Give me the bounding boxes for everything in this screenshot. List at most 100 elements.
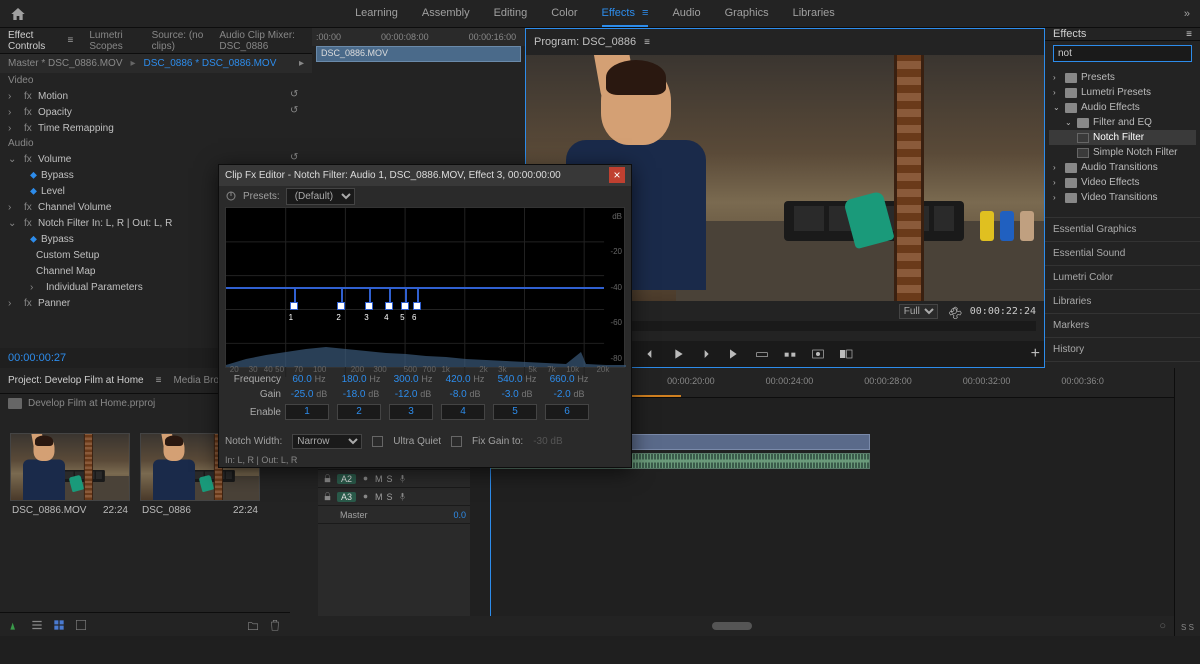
tree-audio-trans[interactable]: ›Audio Transitions <box>1049 160 1196 175</box>
gain-value[interactable]: -18.0 <box>343 389 366 400</box>
panel-menu-icon[interactable]: ≡ <box>68 35 74 46</box>
timeline-scrollbar[interactable]: ○ ○ <box>290 616 1174 636</box>
workspace-more-icon[interactable]: » <box>1184 8 1190 20</box>
comparison-icon[interactable] <box>838 346 854 362</box>
tab-audio-mixer[interactable]: Audio Clip Mixer: DSC_0886 <box>219 30 304 52</box>
scroll-thumb[interactable] <box>712 622 752 630</box>
export-frame-icon[interactable] <box>810 346 826 362</box>
workspace-tab-color[interactable]: Color <box>551 1 577 27</box>
workspace-tab-learning[interactable]: Learning <box>355 1 398 27</box>
tab-source[interactable]: Source: (no clips) <box>152 30 204 52</box>
band-handle-6[interactable]: 6 <box>413 302 421 310</box>
bin-item[interactable]: DSC_0886.MOV22:24 <box>10 433 130 520</box>
gain-value[interactable]: -3.0 <box>501 389 518 400</box>
panel-history[interactable]: History <box>1045 337 1200 361</box>
band-handle-3[interactable]: 3 <box>365 302 373 310</box>
reset-icon[interactable]: ↺ <box>290 89 304 103</box>
workspace-tab-editing[interactable]: Editing <box>494 1 528 27</box>
program-timecode[interactable]: 00:00:22:24 <box>970 306 1036 317</box>
go-to-out-icon[interactable] <box>726 346 742 362</box>
track-a3[interactable]: A3MS <box>318 488 470 506</box>
new-bin-icon[interactable] <box>246 618 260 632</box>
workspace-tab-graphics[interactable]: Graphics <box>725 1 769 27</box>
icon-view-icon[interactable] <box>52 618 66 632</box>
toggle-output-icon[interactable] <box>360 473 371 484</box>
band-handle-1[interactable]: 1 <box>290 302 298 310</box>
step-forward-icon[interactable] <box>698 346 714 362</box>
play-icon[interactable] <box>670 346 686 362</box>
zoom-dropdown[interactable]: Full <box>899 304 938 319</box>
ec-sequence-link[interactable]: DSC_0886 * DSC_0886.MOV <box>144 58 277 69</box>
band-handle-4[interactable]: 4 <box>385 302 393 310</box>
tree-video-trans[interactable]: ›Video Transitions <box>1049 190 1196 205</box>
panel-libraries[interactable]: Libraries <box>1045 289 1200 313</box>
enable-band-3[interactable]: 3 <box>389 404 433 420</box>
home-icon[interactable] <box>10 6 26 22</box>
lock-icon[interactable] <box>322 491 333 502</box>
gain-value[interactable]: -2.0 <box>553 389 570 400</box>
tab-effect-controls[interactable]: Effect Controls <box>8 30 52 52</box>
motion-effect[interactable]: Motion <box>38 91 282 102</box>
track-master[interactable]: Master0.0 <box>318 506 470 524</box>
tree-audio-effects[interactable]: ⌄Audio Effects <box>1049 100 1196 115</box>
gain-value[interactable]: -8.0 <box>449 389 466 400</box>
workspace-tab-effects[interactable]: Effects ≡ <box>602 1 649 27</box>
track-a2[interactable]: A2MS <box>318 470 470 488</box>
freeform-icon[interactable] <box>74 618 88 632</box>
step-back-icon[interactable] <box>642 346 658 362</box>
tab-project[interactable]: Project: Develop Film at Home <box>8 375 144 386</box>
close-icon[interactable]: × <box>609 167 625 183</box>
tab-lumetri-scopes[interactable]: Lumetri Scopes <box>89 30 135 52</box>
panel-menu-icon[interactable]: ≡ <box>644 37 650 48</box>
fx-graph[interactable]: dB-20-40-60-80 123456 203040507010020030… <box>225 207 625 368</box>
enable-band-1[interactable]: 1 <box>285 404 329 420</box>
effects-search-input[interactable] <box>1053 45 1192 62</box>
enable-band-4[interactable]: 4 <box>441 404 485 420</box>
workspace-tab-audio[interactable]: Audio <box>672 1 700 27</box>
tree-presets[interactable]: ›Presets <box>1049 70 1196 85</box>
band-handle-5[interactable]: 5 <box>401 302 409 310</box>
mini-ruler[interactable]: :00:00 00:00:08:00 00:00:16:00 <box>312 28 525 46</box>
power-icon[interactable] <box>225 190 237 202</box>
time-remap-effect[interactable]: Time Remapping <box>38 123 304 134</box>
panel-markers[interactable]: Markers <box>1045 313 1200 337</box>
trash-icon[interactable] <box>268 618 282 632</box>
tree-filter-eq[interactable]: ⌄Filter and EQ <box>1049 115 1196 130</box>
list-view-icon[interactable] <box>30 618 44 632</box>
toggle-output-icon[interactable] <box>360 491 371 502</box>
band-handle-2[interactable]: 2 <box>337 302 345 310</box>
mic-icon[interactable] <box>397 491 408 502</box>
mic-icon[interactable] <box>397 473 408 484</box>
gain-value[interactable]: -25.0 <box>291 389 314 400</box>
settings-icon[interactable] <box>946 303 962 319</box>
volume-effect[interactable]: Volume <box>38 154 282 165</box>
fx-titlebar[interactable]: Clip Fx Editor - Notch Filter: Audio 1, … <box>219 165 631 186</box>
new-item-icon[interactable] <box>8 618 22 632</box>
lift-icon[interactable] <box>754 346 770 362</box>
enable-band-2[interactable]: 2 <box>337 404 381 420</box>
tree-simple-notch[interactable]: Simple Notch Filter <box>1049 145 1196 160</box>
tree-lumetri[interactable]: ›Lumetri Presets <box>1049 85 1196 100</box>
fix-gain-checkbox[interactable] <box>451 436 462 447</box>
enable-band-6[interactable]: 6 <box>545 404 589 420</box>
tree-video-effects[interactable]: ›Video Effects <box>1049 175 1196 190</box>
enable-band-5[interactable]: 5 <box>493 404 537 420</box>
panel-lumetri-color[interactable]: Lumetri Color <box>1045 265 1200 289</box>
lock-icon[interactable] <box>322 473 333 484</box>
panel-essential-graphics[interactable]: Essential Graphics <box>1045 217 1200 241</box>
gain-value[interactable]: -12.0 <box>395 389 418 400</box>
add-button-icon[interactable]: + <box>1031 345 1040 363</box>
extract-icon[interactable] <box>782 346 798 362</box>
opacity-effect[interactable]: Opacity <box>38 107 282 118</box>
workspace-tab-assembly[interactable]: Assembly <box>422 1 470 27</box>
tree-notch-filter[interactable]: Notch Filter <box>1049 130 1196 145</box>
panel-menu-icon[interactable]: ≡ <box>156 375 162 386</box>
panel-essential-sound[interactable]: Essential Sound <box>1045 241 1200 265</box>
mini-clip[interactable]: DSC_0886.MOV <box>316 46 521 62</box>
workspace-tab-libraries[interactable]: Libraries <box>793 1 835 27</box>
preset-dropdown[interactable]: (Default) <box>286 188 355 205</box>
ultra-quiet-checkbox[interactable] <box>372 436 383 447</box>
reset-icon[interactable]: ↺ <box>290 105 304 119</box>
panel-menu-icon[interactable]: ≡ <box>1186 29 1192 40</box>
notch-width-dropdown[interactable]: Narrow <box>292 434 362 449</box>
